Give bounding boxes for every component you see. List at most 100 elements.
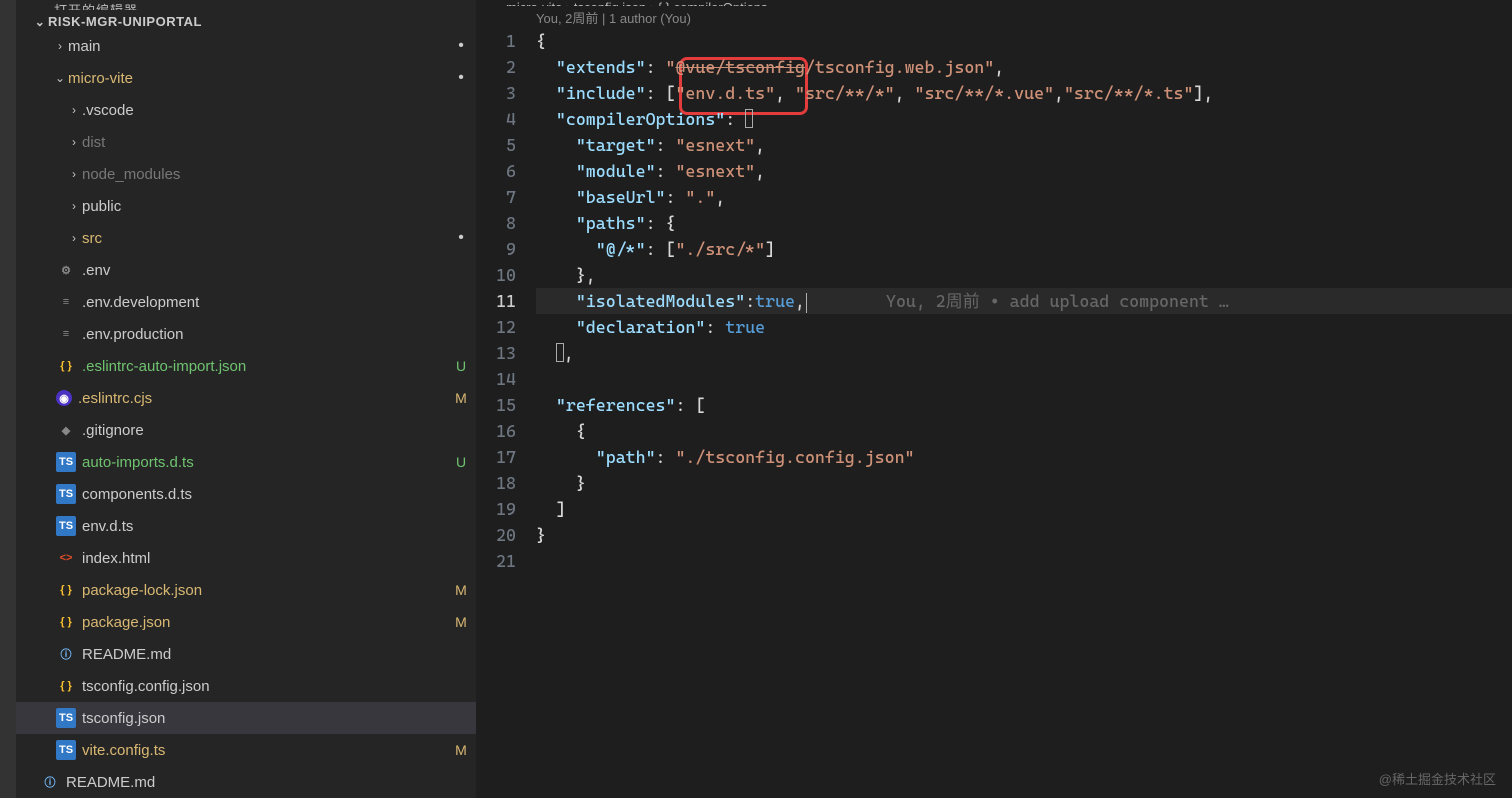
code-line[interactable] <box>536 366 1512 392</box>
code-line[interactable]: "paths": { <box>536 210 1512 236</box>
tree-item-label: package.json <box>82 614 446 631</box>
line-number: 12 <box>476 314 516 340</box>
code-line[interactable]: "references": [ <box>536 392 1512 418</box>
tree-file--eslintrc-cjs[interactable]: ◉ .eslintrc.cjsM <box>16 382 476 414</box>
code-line[interactable]: "extends": "@vue/tsconfig/tsconfig.web.j… <box>536 54 1512 80</box>
chevron-down-icon: ⌄ <box>32 15 48 29</box>
chevron-right-icon: › <box>66 135 82 149</box>
tree-item-label: README.md <box>82 646 476 663</box>
tree-folder-micro-vite[interactable]: ⌄micro-vite• <box>16 62 476 94</box>
eslint-icon: ◉ <box>56 390 72 406</box>
tree-item-label: micro-vite <box>68 70 446 87</box>
chevron-right-icon: › <box>66 199 82 213</box>
tree-file--env-production[interactable]: ≡ .env.production <box>16 318 476 350</box>
chevron-right-icon: › <box>66 103 82 117</box>
tree-item-label: package-lock.json <box>82 582 446 599</box>
tree-file-package-json[interactable]: { }package.jsonM <box>16 606 476 638</box>
tree-item-label: .vscode <box>82 102 476 119</box>
code-line[interactable]: "declaration": true <box>536 314 1512 340</box>
tree-file-readme-md[interactable]: ⓘREADME.md <box>16 766 476 798</box>
git-blame-header: You, 2周前 | 1 author (You) <box>476 6 1512 28</box>
chevron-right-icon: › <box>66 231 82 245</box>
line-number: 14 <box>476 366 516 392</box>
line-number: 21 <box>476 548 516 574</box>
tree-folder-node-modules[interactable]: ›node_modules <box>16 158 476 190</box>
code-line[interactable]: }, <box>536 262 1512 288</box>
code-line[interactable]: { <box>536 418 1512 444</box>
tree-file-env-d-ts[interactable]: TS env.d.ts <box>16 510 476 542</box>
line-number: 18 <box>476 470 516 496</box>
tree-file-index-html[interactable]: <>index.html <box>16 542 476 574</box>
line-number: 1 <box>476 28 516 54</box>
tree-item-label: components.d.ts <box>82 486 476 503</box>
code-line[interactable]: { <box>536 28 1512 54</box>
tree-file--env[interactable]: ⚙.env <box>16 254 476 286</box>
code-line[interactable]: "isolatedModules":true,You, 2周前 • add up… <box>536 288 1512 314</box>
ts-icon: TS <box>56 740 76 760</box>
code-line[interactable]: "baseUrl": ".", <box>536 184 1512 210</box>
lines-icon: ≡ <box>56 324 76 344</box>
code-line[interactable]: , <box>536 340 1512 366</box>
code-line[interactable]: "module": "esnext", <box>536 158 1512 184</box>
code-content[interactable]: { "extends": "@vue/tsconfig/tsconfig.web… <box>536 28 1512 798</box>
tree-folder-main[interactable]: ›main• <box>16 30 476 62</box>
tree-file--env-development[interactable]: ≡.env.development <box>16 286 476 318</box>
line-number: 5 <box>476 132 516 158</box>
tree-file-tsconfig-json[interactable]: TStsconfig.json <box>16 702 476 734</box>
json-icon: { } <box>56 612 76 632</box>
code-line[interactable]: "@/*": ["./src/*"] <box>536 236 1512 262</box>
tree-folder-public[interactable]: ›public <box>16 190 476 222</box>
tree-item-label: env.d.ts <box>82 518 476 535</box>
code-line[interactable]: "path": "./tsconfig.config.json" <box>536 444 1512 470</box>
code-line[interactable]: "compilerOptions": <box>536 106 1512 132</box>
tree-folder--vscode[interactable]: ›.vscode <box>16 94 476 126</box>
open-editors-label[interactable]: 打开的编辑器 <box>16 0 476 10</box>
chevron-right-icon: › <box>52 39 68 53</box>
line-number: 9 <box>476 236 516 262</box>
tree-file-tsconfig-config-json[interactable]: { }tsconfig.config.json <box>16 670 476 702</box>
line-number: 8 <box>476 210 516 236</box>
line-number: 20 <box>476 522 516 548</box>
git-status-indicator: • <box>446 37 476 55</box>
tree-file-components-d-ts[interactable]: TScomponents.d.ts <box>16 478 476 510</box>
line-number: 6 <box>476 158 516 184</box>
tree-file-auto-imports-d-ts[interactable]: TSauto-imports.d.tsU <box>16 446 476 478</box>
code-line[interactable]: "include": ["env.d.ts", "src/**/*", "src… <box>536 80 1512 106</box>
line-number: 2 <box>476 54 516 80</box>
line-number: 3 <box>476 80 516 106</box>
tree-item-label: .eslintrc.cjs <box>78 390 446 407</box>
tree-item-label: dist <box>82 134 476 151</box>
file-tree: ›main•⌄micro-vite•›.vscode›dist›node_mod… <box>16 30 476 798</box>
git-status-indicator: M <box>446 390 476 406</box>
tree-item-label: .env.production <box>82 326 476 343</box>
ts-icon: TS <box>56 708 76 728</box>
chevron-down-icon: ⌄ <box>52 71 68 85</box>
tree-item-label: .env.development <box>82 294 476 311</box>
git-status-indicator: U <box>446 454 476 470</box>
git-status-indicator: M <box>446 582 476 598</box>
code-line[interactable] <box>536 548 1512 574</box>
tree-file-package-lock-json[interactable]: { }package-lock.jsonM <box>16 574 476 606</box>
line-number: 11 <box>476 288 516 314</box>
code-line[interactable]: } <box>536 522 1512 548</box>
tree-file-vite-config-ts[interactable]: TSvite.config.tsM <box>16 734 476 766</box>
tree-folder-src[interactable]: ›src• <box>16 222 476 254</box>
tree-file--gitignore[interactable]: ◆.gitignore <box>16 414 476 446</box>
html-icon: <> <box>56 548 76 568</box>
ts-icon: TS <box>56 452 76 472</box>
project-section-header[interactable]: ⌄ RISK-MGR-UNIPORTAL <box>16 10 476 30</box>
tree-item-label: public <box>82 198 476 215</box>
ts-icon: TS <box>56 516 76 536</box>
tree-file-readme-md[interactable]: ⓘREADME.md <box>16 638 476 670</box>
code-editor[interactable]: 123456789101112131415161718192021 { "ext… <box>476 28 1512 798</box>
json-icon: { } <box>56 676 76 696</box>
tree-file--eslintrc-auto-import-json[interactable]: { }.eslintrc-auto-import.jsonU <box>16 350 476 382</box>
json-icon: { } <box>56 356 76 376</box>
tree-folder-dist[interactable]: ›dist <box>16 126 476 158</box>
info-icon: ⓘ <box>40 772 60 792</box>
line-number: 17 <box>476 444 516 470</box>
code-line[interactable]: "target": "esnext", <box>536 132 1512 158</box>
activity-bar[interactable] <box>0 0 16 798</box>
code-line[interactable]: ] <box>536 496 1512 522</box>
code-line[interactable]: } <box>536 470 1512 496</box>
